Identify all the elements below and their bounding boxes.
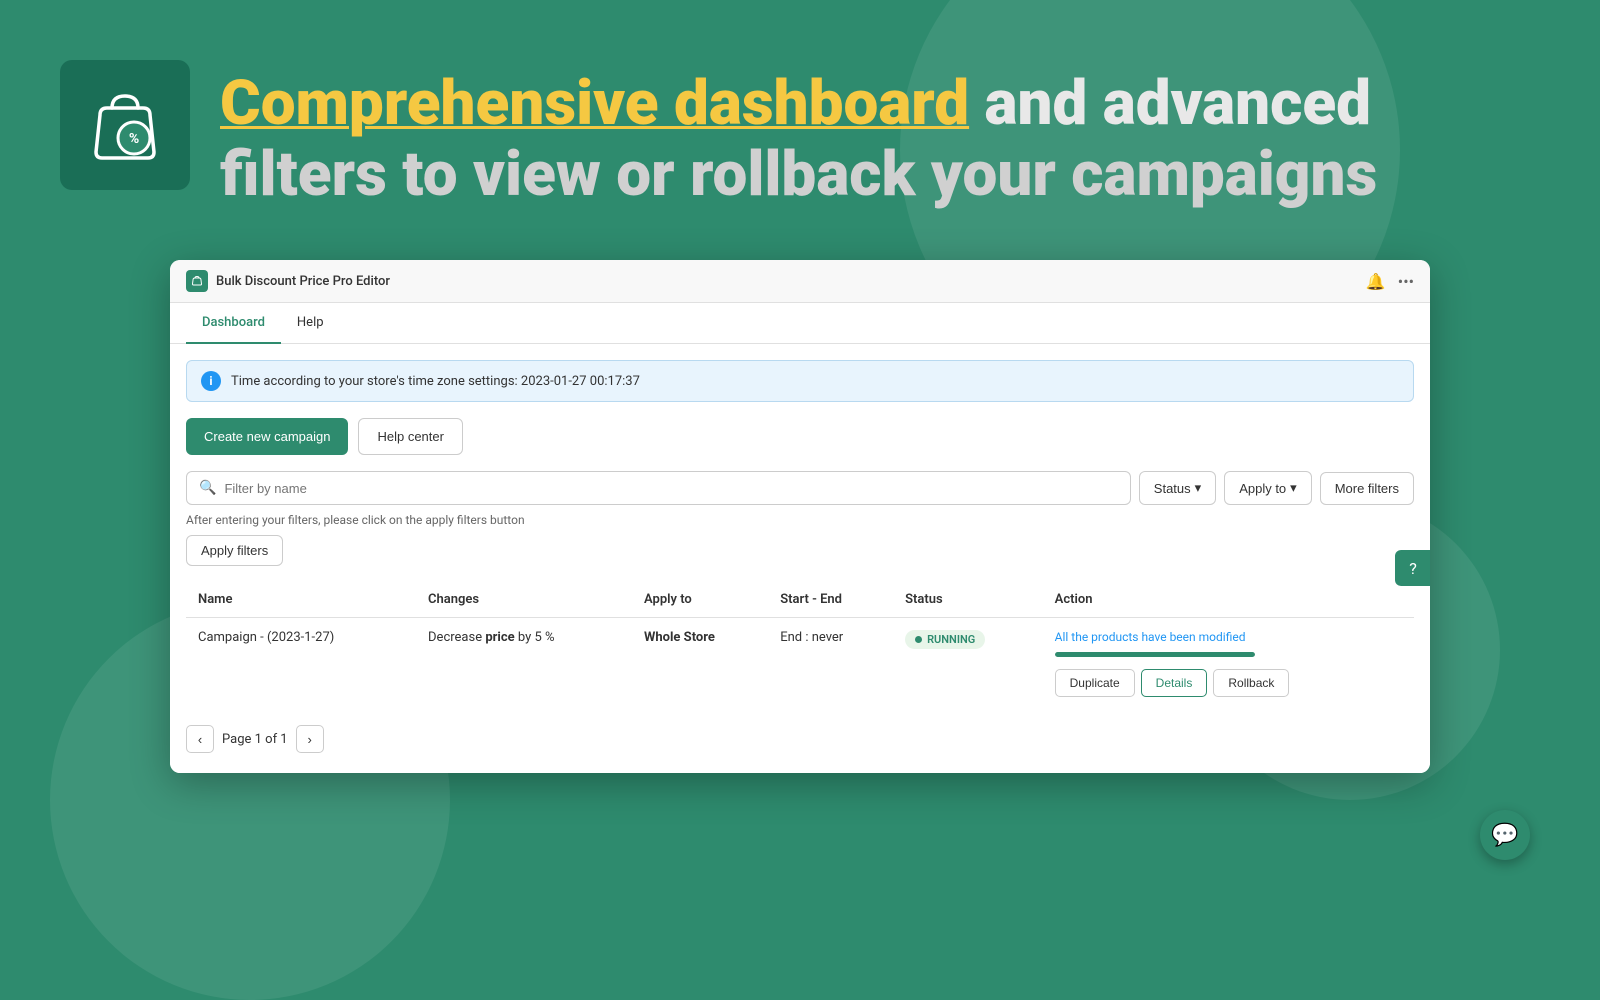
col-apply-to: Apply to [632, 582, 768, 618]
tab-help[interactable]: Help [281, 303, 340, 344]
campaign-status: RUNNING [893, 618, 1043, 710]
chat-button[interactable]: 💬 [1480, 810, 1530, 860]
campaign-name: Campaign - (2023-1-27) [186, 618, 416, 710]
action-buttons: Duplicate Details Rollback [1055, 669, 1402, 697]
col-action: Action [1043, 582, 1414, 618]
more-filters-button[interactable]: More filters [1320, 472, 1414, 505]
details-button[interactable]: Details [1141, 669, 1208, 697]
col-changes: Changes [416, 582, 632, 618]
header-text: Comprehensive dashboard and advanced fil… [220, 60, 1377, 213]
status-text: RUNNING [927, 633, 975, 646]
apply-to-filter-label: Apply to [1239, 481, 1286, 496]
apply-filters-button[interactable]: Apply filters [186, 535, 283, 566]
col-status: Status [893, 582, 1043, 618]
page-info: Page 1 of 1 [222, 732, 288, 747]
action-row: Create new campaign Help center [186, 418, 1414, 455]
campaign-action: All the products have been modified Dupl… [1043, 618, 1414, 710]
apply-to-arrow-icon: ▾ [1290, 480, 1297, 496]
filter-row: 🔍 Status ▾ Apply to ▾ More filters [186, 471, 1414, 505]
app-title-icon [186, 270, 208, 292]
col-start-end: Start - End [768, 582, 893, 618]
progress-fill [1055, 652, 1255, 657]
titlebar: Bulk Discount Price Pro Editor 🔔 ••• [170, 260, 1430, 303]
action-link[interactable]: All the products have been modified [1055, 630, 1402, 644]
svg-text:%: % [129, 131, 139, 147]
action-cell: All the products have been modified Dupl… [1055, 630, 1402, 697]
campaign-changes: Decrease price by 5 % [416, 618, 632, 710]
campaign-apply-to: Whole Store [632, 618, 768, 710]
more-icon[interactable]: ••• [1398, 272, 1414, 291]
next-page-button[interactable]: › [296, 725, 324, 753]
search-box: 🔍 [186, 471, 1131, 505]
info-icon: i [201, 371, 221, 391]
table-row: Campaign - (2023-1-27) Decrease price by… [186, 618, 1414, 710]
app-icon: % [60, 60, 190, 190]
titlebar-left: Bulk Discount Price Pro Editor [186, 270, 390, 292]
apply-to-filter-button[interactable]: Apply to ▾ [1224, 471, 1312, 505]
col-name: Name [186, 582, 416, 618]
more-filters-label: More filters [1335, 481, 1399, 496]
campaign-dates: End : never [768, 618, 893, 710]
titlebar-actions: 🔔 ••• [1366, 272, 1414, 291]
tab-dashboard[interactable]: Dashboard [186, 303, 281, 344]
tabs: Dashboard Help [170, 303, 1430, 344]
rollback-button[interactable]: Rollback [1213, 669, 1289, 697]
help-float-button[interactable]: ? [1395, 550, 1430, 586]
status-dot [915, 636, 922, 643]
dashboard-window: Bulk Discount Price Pro Editor 🔔 ••• Das… [170, 260, 1430, 773]
status-filter-button[interactable]: Status ▾ [1139, 471, 1216, 505]
titlebar-title: Bulk Discount Price Pro Editor [216, 274, 390, 289]
info-banner: i Time according to your store's time zo… [186, 360, 1414, 402]
search-icon: 🔍 [199, 480, 216, 496]
prev-page-button[interactable]: ‹ [186, 725, 214, 753]
search-input[interactable] [224, 481, 1117, 496]
pagination: ‹ Page 1 of 1 › [186, 725, 1414, 757]
progress-bar [1055, 652, 1255, 657]
duplicate-button[interactable]: Duplicate [1055, 669, 1135, 697]
status-badge: RUNNING [905, 630, 985, 649]
headline-line2: filters to view or rollback your campaig… [220, 138, 1377, 212]
content-area: i Time according to your store's time zo… [170, 344, 1430, 773]
info-text: Time according to your store's time zone… [231, 374, 640, 389]
help-center-button[interactable]: Help center [358, 418, 462, 455]
bell-icon[interactable]: 🔔 [1366, 272, 1386, 291]
create-campaign-button[interactable]: Create new campaign [186, 418, 348, 455]
filter-hint: After entering your filters, please clic… [186, 513, 1414, 527]
campaigns-table: Name Changes Apply to Start - End Status… [186, 582, 1414, 709]
status-filter-label: Status [1154, 481, 1191, 496]
headline-line1: Comprehensive dashboard and advanced [220, 70, 1377, 138]
status-arrow-icon: ▾ [1195, 480, 1202, 496]
apply-to-value: Whole Store [644, 630, 715, 645]
header-area: % Comprehensive dashboard and advanced f… [60, 60, 1540, 213]
headline-highlight: Comprehensive dashboard [220, 67, 969, 140]
